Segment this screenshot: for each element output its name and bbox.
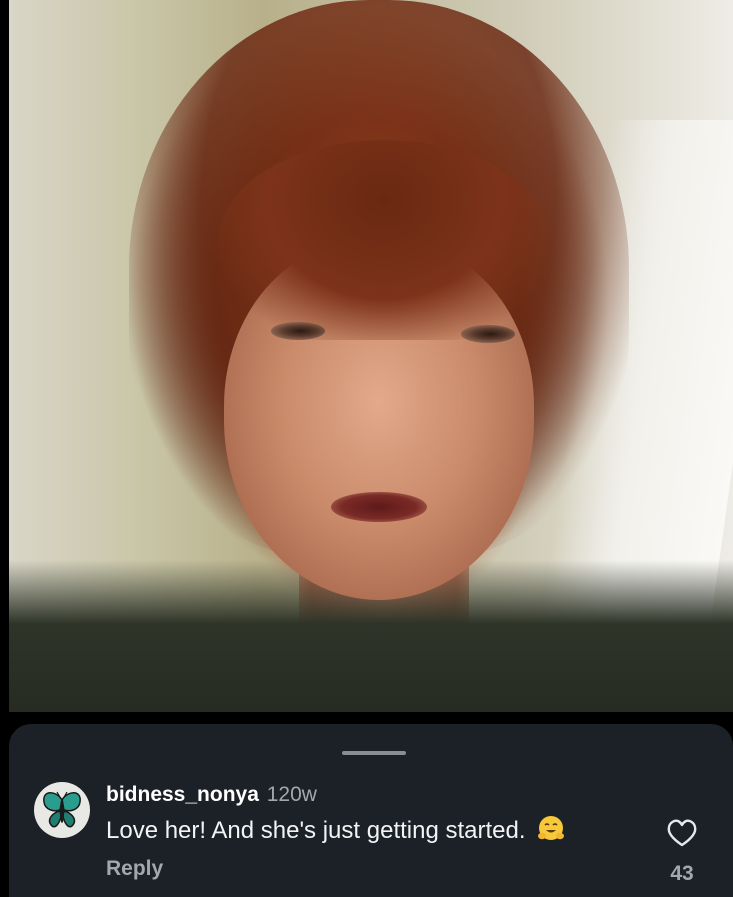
comment-timestamp: 120w bbox=[266, 783, 317, 806]
photo-eye-right bbox=[461, 325, 515, 343]
photo-lips bbox=[331, 492, 427, 522]
comment-meta: bidness_nonya 120w bbox=[106, 782, 666, 808]
butterfly-icon bbox=[43, 791, 81, 828]
post-photo bbox=[9, 0, 733, 712]
sheet-grabber-handle[interactable] bbox=[342, 751, 406, 755]
photo-eye-left bbox=[271, 322, 325, 340]
comment-text-line: Love her! And she's just getting started… bbox=[106, 814, 666, 846]
photo-bangs bbox=[219, 140, 549, 340]
comment-body: bidness_nonya 120w Love her! And she's j… bbox=[106, 782, 666, 846]
hugging-face-emoji-icon bbox=[538, 816, 565, 840]
like-count: 43 bbox=[670, 862, 694, 885]
comment-text: Love her! And she's just getting started… bbox=[106, 817, 526, 844]
heart-icon[interactable] bbox=[665, 816, 699, 850]
avatar[interactable] bbox=[34, 782, 90, 838]
comment-username[interactable]: bidness_nonya bbox=[106, 783, 259, 806]
comments-sheet: bidness_nonya 120w Love her! And she's j… bbox=[9, 724, 733, 897]
reply-button[interactable]: Reply bbox=[106, 857, 163, 881]
